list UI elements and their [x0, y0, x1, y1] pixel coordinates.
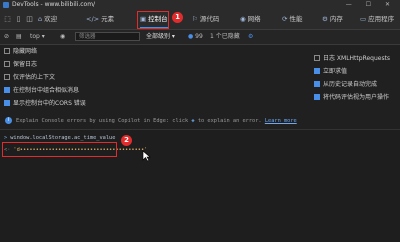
issues-counter[interactable]: ● 99 — [188, 32, 203, 42]
inspect-element-icon[interactable]: ⬚ — [3, 13, 12, 26]
toggle-drawer-icon[interactable]: ◫ — [25, 13, 34, 26]
setting-show-cors-errors[interactable]: 显示控制台中的CORS 错误 — [4, 99, 86, 108]
tab-welcome[interactable]: ⌂ 欢迎 — [38, 13, 57, 26]
checkbox-checked[interactable] — [314, 94, 320, 100]
console-settings-panel: 隐藏网络 保留日志 仅评估的上下文 在控制台中组合相似消息 显示控制台中的COR… — [0, 45, 400, 114]
console-toolbar: ⊘ ▤ top ▾ ◉ 筛选器 全部级别 ▾ ● 99 1 个已隐藏 ⚙ — [0, 30, 400, 45]
setting-preserve-log[interactable]: 保留日志 — [4, 60, 37, 69]
checkbox-checked[interactable] — [314, 81, 320, 87]
console-settings-icon[interactable]: ⚙ — [248, 32, 253, 42]
live-expression-icon[interactable]: ◉ — [60, 32, 65, 42]
copilot-icon: ◈ — [191, 118, 195, 124]
application-icon: ▭ — [360, 15, 367, 23]
context-selector[interactable]: top ▾ — [30, 32, 45, 42]
console-input-line: > window.localStorage.ac_time_value — [4, 135, 115, 141]
annotation-badge-1: 1 — [172, 12, 183, 23]
checkbox[interactable] — [4, 61, 10, 67]
hidden-messages-count: 1 个已隐藏 — [210, 33, 240, 40]
tab-application[interactable]: ▭ 应用程序 — [360, 13, 394, 26]
mouse-cursor-icon — [142, 150, 151, 162]
checkbox[interactable] — [314, 55, 320, 61]
home-icon: ⌂ — [38, 15, 43, 23]
setting-log-xhr[interactable]: 日志 XMLHttpRequests — [314, 54, 390, 63]
window-title: DevTools - www.bilibili.com/ — [12, 1, 96, 8]
setting-group-similar[interactable]: 在控制台中组合相似消息 — [4, 86, 79, 95]
performance-icon: ⟳ — [282, 15, 288, 23]
issues-icon: ● — [188, 33, 194, 40]
wifi-icon: ◉ — [240, 15, 246, 23]
checkbox[interactable] — [4, 48, 10, 54]
learn-more-link[interactable]: Learn more — [265, 118, 297, 124]
memory-icon: ⚙ — [322, 15, 328, 23]
edge-devtools-icon — [3, 2, 9, 8]
annotation-badge-2: 2 — [121, 135, 132, 146]
sidebar-toggle-icon[interactable]: ▤ — [16, 32, 22, 42]
setting-treat-eval-as-user-action[interactable]: 将代码评估视为用户操作 — [314, 93, 389, 102]
log-levels-dropdown[interactable]: 全部级别 ▾ — [146, 32, 175, 42]
setting-selected-context-only[interactable]: 仅评估的上下文 — [4, 73, 55, 82]
copilot-banner: i Explain Console errors by using Copilot… — [0, 113, 400, 130]
tab-network[interactable]: ◉ 网络 — [240, 13, 261, 26]
setting-autocomplete-history[interactable]: 从历史记录自动完成 — [314, 80, 377, 89]
info-icon: i — [5, 117, 12, 124]
setting-hide-network[interactable]: 隐藏网络 — [4, 47, 37, 56]
device-emulation-icon[interactable]: ▯ — [14, 13, 23, 26]
clear-console-icon[interactable]: ⊘ — [4, 32, 9, 42]
chevron-right-icon: > — [4, 135, 8, 141]
result-highlight-box — [2, 142, 117, 157]
sources-icon: ⚐ — [192, 15, 198, 23]
checkbox[interactable] — [4, 74, 10, 80]
console-tab-highlight — [137, 11, 169, 29]
window-titlebar: DevTools - www.bilibili.com/ — ☐ ✕ — [0, 0, 400, 10]
tab-performance[interactable]: ⟳ 性能 — [282, 13, 302, 26]
tab-elements[interactable]: </> 元素 — [86, 13, 114, 26]
code-icon: </> — [86, 15, 100, 23]
checkbox-checked[interactable] — [4, 100, 10, 106]
tab-memory[interactable]: ⚙ 内存 — [322, 13, 343, 26]
devtools-tabbar: ⬚ ▯ ◫ ⌂ 欢迎 </> 元素 ▣ 控制台 ⚐ 源代码 ◉ 网络 ⟳ 性能 ⚙ 内存 ▭ 应… — [0, 10, 400, 30]
window-controls[interactable]: — ☐ ✕ — [346, 0, 396, 10]
console-command: window.localStorage.ac_time_value — [10, 135, 116, 141]
checkbox-checked[interactable] — [314, 68, 320, 74]
checkbox-checked[interactable] — [4, 87, 10, 93]
setting-eager-evaluation[interactable]: 立即求值 — [314, 67, 347, 76]
filter-input[interactable]: 筛选器 — [75, 32, 140, 41]
tab-sources[interactable]: ⚐ 源代码 — [192, 13, 219, 26]
